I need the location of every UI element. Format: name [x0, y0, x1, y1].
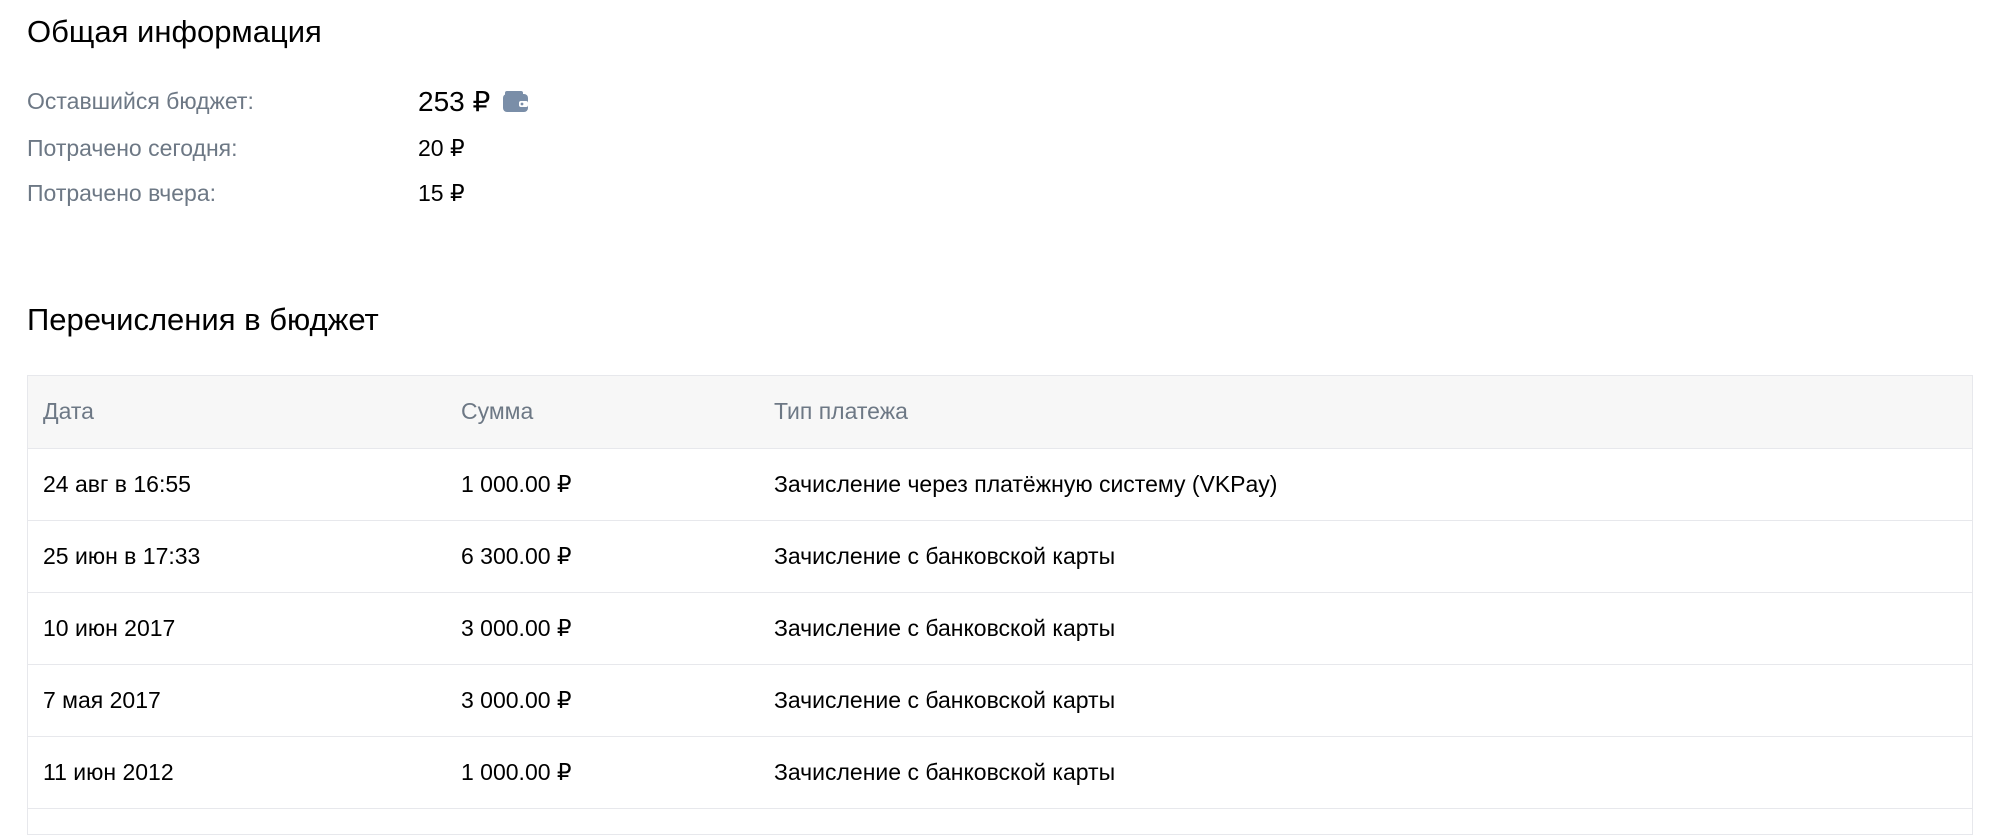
column-header-payment-type: Тип платежа — [774, 398, 908, 424]
row-amount: 1 000.00 ₽ — [461, 759, 572, 785]
general-info-title: Общая информация — [27, 14, 322, 49]
spent-today-value: 20 ₽ — [418, 135, 465, 161]
column-header-amount: Сумма — [461, 398, 534, 424]
info-row-spent-today: Потрачено сегодня: 20 ₽ — [27, 137, 727, 177]
table-row: 7 мая 2017 3 000.00 ₽ Зачисление с банко… — [28, 665, 1972, 737]
remaining-budget-label: Оставшийся бюджет: — [27, 88, 254, 114]
column-header-date: Дата — [43, 398, 94, 424]
row-payment-type: Зачисление с банковской карты — [774, 615, 1116, 641]
remaining-budget-amount: 253 ₽ — [418, 86, 491, 117]
row-amount: 1 000.00 ₽ — [461, 471, 572, 497]
row-amount: 6 300.00 ₽ — [461, 543, 572, 569]
table-row: 11 июн 2012 1 000.00 ₽ Зачисление с банк… — [28, 737, 1972, 809]
row-amount: 3 000.00 ₽ — [461, 615, 572, 641]
info-row-remaining-budget: Оставшийся бюджет: 253 ₽ — [27, 88, 727, 128]
row-payment-type: Зачисление с банковской карты — [774, 543, 1116, 569]
row-date: 24 авг в 16:55 — [43, 471, 191, 497]
row-date: 11 июн 2012 — [43, 759, 174, 785]
wallet-icon[interactable] — [502, 90, 529, 113]
row-payment-type: Зачисление через платёжную систему (VKPa… — [774, 471, 1278, 497]
row-date: 10 июн 2017 — [43, 615, 176, 641]
row-date: 25 июн в 17:33 — [43, 543, 201, 569]
table-header: Дата Сумма Тип платежа — [28, 376, 1972, 449]
spent-yesterday-value: 15 ₽ — [418, 180, 465, 206]
table-row: 25 июн в 17:33 6 300.00 ₽ Зачисление с б… — [28, 521, 1972, 593]
row-payment-type: Зачисление с банковской карты — [774, 759, 1116, 785]
row-payment-type: Зачисление с банковской карты — [774, 687, 1116, 713]
row-amount: 3 000.00 ₽ — [461, 687, 572, 713]
remaining-budget-value: 253 ₽ — [418, 88, 529, 116]
transfers-title: Перечисления в бюджет — [27, 302, 379, 337]
spent-yesterday-label: Потрачено вчера: — [27, 180, 217, 206]
transfers-table: Дата Сумма Тип платежа 24 авг в 16:55 1 … — [27, 375, 1973, 835]
table-row: 10 июн 2017 3 000.00 ₽ Зачисление с банк… — [28, 593, 1972, 665]
info-row-spent-yesterday: Потрачено вчера: 15 ₽ — [27, 182, 727, 222]
row-date: 7 мая 2017 — [43, 687, 161, 713]
table-row: 24 авг в 16:55 1 000.00 ₽ Зачисление чер… — [28, 449, 1972, 521]
spent-today-label: Потрачено сегодня: — [27, 135, 238, 161]
